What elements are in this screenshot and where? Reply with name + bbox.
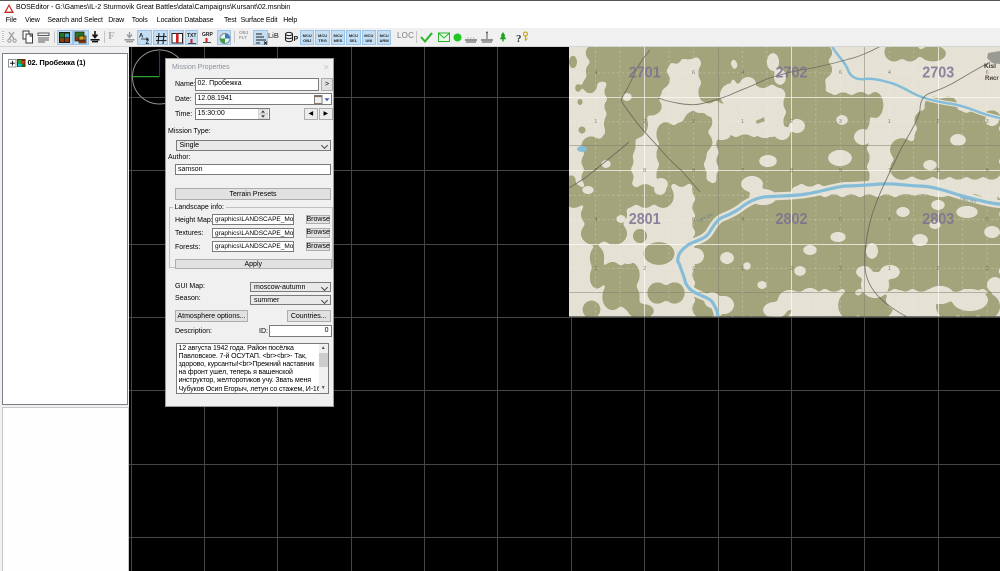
svg-text:6: 6 bbox=[839, 217, 842, 223]
svg-text:9: 9 bbox=[986, 168, 989, 174]
svg-text:4: 4 bbox=[741, 70, 744, 76]
svg-text:3: 3 bbox=[692, 266, 695, 272]
svg-text:2703: 2703 bbox=[922, 64, 954, 81]
svg-text:1: 1 bbox=[594, 119, 597, 125]
svg-text:P: P bbox=[293, 36, 298, 43]
svg-text:4: 4 bbox=[741, 217, 744, 223]
svg-text:2: 2 bbox=[643, 266, 646, 272]
svg-text:4: 4 bbox=[594, 70, 597, 76]
svg-text:3: 3 bbox=[692, 119, 695, 125]
svg-text:TXT: TXT bbox=[187, 33, 196, 39]
svg-text:2: 2 bbox=[937, 266, 940, 272]
svg-text:8: 8 bbox=[643, 168, 646, 174]
svg-text:1: 1 bbox=[888, 266, 891, 272]
svg-text:1: 1 bbox=[888, 119, 891, 125]
svg-text:2802: 2802 bbox=[776, 211, 808, 228]
svg-text:8: 8 bbox=[937, 168, 940, 174]
svg-text:3: 3 bbox=[986, 119, 989, 125]
svg-text:4: 4 bbox=[594, 217, 597, 223]
svg-text:Rиcr: Rиcr bbox=[985, 76, 999, 82]
svg-text:6: 6 bbox=[986, 70, 989, 76]
svg-text:1: 1 bbox=[741, 119, 744, 125]
svg-text:GRP: GRP bbox=[202, 32, 214, 38]
svg-text:7: 7 bbox=[888, 168, 891, 174]
svg-text:6: 6 bbox=[986, 217, 989, 223]
svg-text:7: 7 bbox=[741, 168, 744, 174]
svg-text:8: 8 bbox=[790, 168, 793, 174]
svg-text:2701: 2701 bbox=[629, 64, 661, 81]
svg-text:2801: 2801 bbox=[629, 211, 661, 228]
svg-text:7: 7 bbox=[594, 168, 597, 174]
svg-text:Z: Z bbox=[145, 40, 149, 46]
svg-text:Kisl: Kisl bbox=[984, 63, 996, 70]
svg-text:3: 3 bbox=[839, 266, 842, 272]
svg-text:A: A bbox=[139, 33, 144, 39]
svg-text:6: 6 bbox=[692, 217, 695, 223]
svg-text:9: 9 bbox=[839, 168, 842, 174]
svg-text:2702: 2702 bbox=[776, 64, 808, 81]
svg-text:6: 6 bbox=[839, 70, 842, 76]
svg-text:2: 2 bbox=[790, 266, 793, 272]
svg-text:1: 1 bbox=[594, 266, 597, 272]
svg-text:3: 3 bbox=[839, 119, 842, 125]
svg-text:?: ? bbox=[516, 33, 522, 45]
svg-text:3: 3 bbox=[986, 266, 989, 272]
svg-text:4: 4 bbox=[888, 70, 891, 76]
svg-text:1: 1 bbox=[741, 266, 744, 272]
svg-text:2: 2 bbox=[790, 119, 793, 125]
svg-text:2: 2 bbox=[643, 119, 646, 125]
svg-text:6: 6 bbox=[692, 70, 695, 76]
svg-text:4: 4 bbox=[888, 217, 891, 223]
svg-text:9: 9 bbox=[692, 168, 695, 174]
svg-text:2803: 2803 bbox=[922, 211, 954, 228]
svg-text:2: 2 bbox=[937, 119, 940, 125]
